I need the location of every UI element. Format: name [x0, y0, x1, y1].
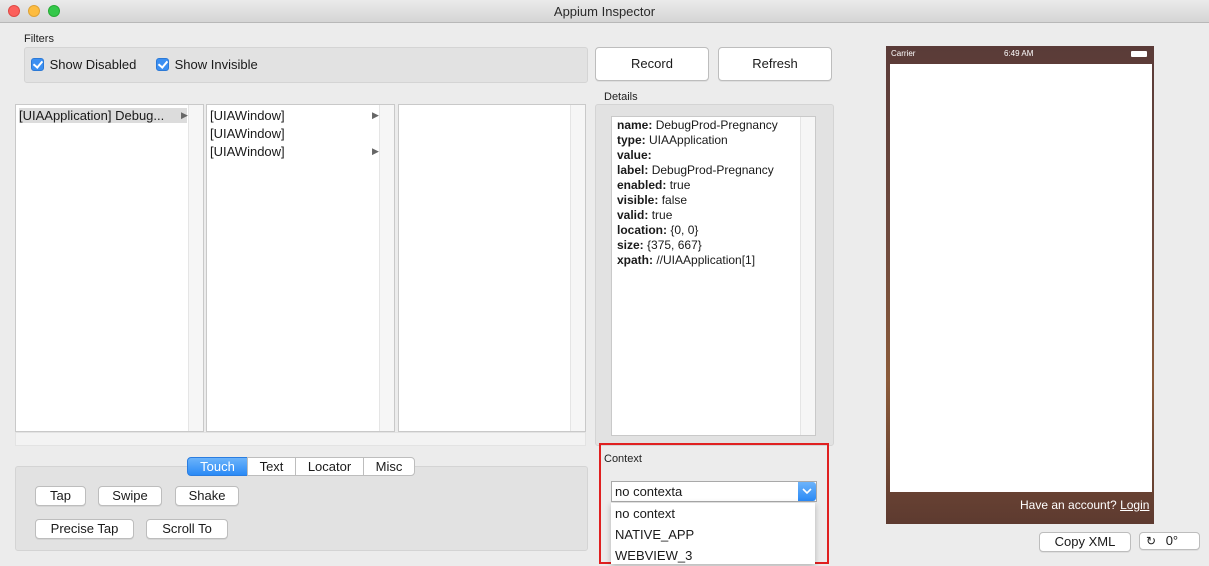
tree-node-window[interactable]: [UIAWindow] — [210, 108, 285, 123]
filters-label: Filters — [24, 33, 54, 45]
account-prompt-text: Have an account? — [1020, 498, 1117, 512]
detail-line: value: — [617, 148, 652, 162]
details-label: Details — [604, 91, 638, 103]
tree-node-label: [UIAApplication] Debug... — [19, 108, 165, 123]
battery-icon — [1131, 51, 1147, 57]
detail-line: valid: true — [617, 208, 673, 222]
copy-xml-button[interactable]: Copy XML — [1039, 532, 1131, 552]
scrollbar[interactable] — [800, 117, 815, 435]
expand-arrow-icon: ▶ — [372, 146, 379, 156]
status-time: 6:49 AM — [1004, 49, 1034, 58]
show-disabled-checkbox[interactable]: Show Disabled — [31, 57, 136, 72]
tree-column-3[interactable] — [398, 104, 586, 432]
rotate-button[interactable]: ↻ 0° — [1139, 532, 1200, 550]
scrollbar[interactable] — [570, 105, 585, 431]
tree-column-1[interactable]: [UIAApplication] Debug... ▶ — [15, 104, 204, 432]
account-prompt: Have an account? Login — [1020, 498, 1149, 512]
tab-text[interactable]: Text — [247, 457, 296, 476]
tree-node-window[interactable]: [UIAWindow] — [210, 144, 285, 159]
swipe-button[interactable]: Swipe — [98, 486, 162, 506]
horizontal-scrollbar[interactable] — [15, 432, 586, 446]
detail-line: xpath: //UIAApplication[1] — [617, 253, 756, 267]
context-input[interactable]: no contexta — [615, 484, 682, 499]
title-bar: Appium Inspector — [0, 0, 1209, 23]
scrollbar[interactable] — [379, 105, 394, 431]
tree-node-window[interactable]: [UIAWindow] — [210, 126, 285, 141]
detail-line: location: {0, 0} — [617, 223, 699, 237]
checkbox-checked-icon — [156, 58, 169, 71]
detail-line: label: DebugProd-Pregnancy — [617, 163, 774, 177]
tab-touch[interactable]: Touch — [187, 457, 248, 476]
expand-arrow-icon: ▶ — [372, 110, 379, 120]
context-option[interactable]: NATIVE_APP — [615, 527, 694, 542]
detail-line: size: {375, 667} — [617, 238, 702, 252]
tab-locator[interactable]: Locator — [295, 457, 364, 476]
context-option[interactable]: no context — [615, 506, 675, 521]
rotate-icon: ↻ — [1146, 534, 1157, 548]
precise-tap-button[interactable]: Precise Tap — [35, 519, 134, 539]
carrier-label: Carrier — [891, 49, 916, 58]
show-invisible-label: Show Invisible — [174, 57, 258, 72]
scrollbar[interactable] — [188, 105, 203, 431]
show-invisible-checkbox[interactable]: Show Invisible — [156, 57, 258, 72]
show-disabled-label: Show Disabled — [49, 57, 137, 72]
context-option[interactable]: WEBVIEW_3 — [615, 548, 692, 563]
detail-line: enabled: true — [617, 178, 691, 192]
details-lines: name: DebugProd-Pregnancy type: UIAAppli… — [617, 118, 778, 268]
tap-button[interactable]: Tap — [35, 486, 86, 506]
login-link[interactable]: Login — [1120, 498, 1149, 512]
detail-line: type: UIAApplication — [617, 133, 728, 147]
context-dropdown-list: no context NATIVE_APP WEBVIEW_3 — [611, 503, 815, 564]
dropdown-toggle[interactable] — [798, 482, 816, 501]
checkbox-checked-icon — [31, 58, 44, 71]
app-screen[interactable] — [890, 64, 1152, 492]
tab-misc[interactable]: Misc — [363, 457, 415, 476]
shake-button[interactable]: Shake — [175, 486, 239, 506]
scroll-to-button[interactable]: Scroll To — [146, 519, 228, 539]
chevron-down-icon — [802, 488, 812, 495]
tree-node-application[interactable]: [UIAApplication] Debug... — [19, 108, 187, 123]
tree-column-2[interactable]: [UIAWindow] ▶ [UIAWindow] [UIAWindow] ▶ — [206, 104, 395, 432]
refresh-button[interactable]: Refresh — [718, 47, 832, 81]
details-text-area[interactable]: name: DebugProd-Pregnancy type: UIAAppli… — [611, 116, 816, 436]
expand-arrow-icon: ▶ — [181, 110, 188, 120]
detail-line: visible: false — [617, 193, 688, 207]
rotation-value: 0° — [1165, 533, 1179, 548]
window-title: Appium Inspector — [553, 4, 656, 19]
detail-line: name: DebugProd-Pregnancy — [617, 118, 778, 132]
context-label: Context — [604, 453, 642, 465]
context-combobox[interactable]: no contexta — [611, 481, 817, 502]
record-button[interactable]: Record — [595, 47, 709, 81]
